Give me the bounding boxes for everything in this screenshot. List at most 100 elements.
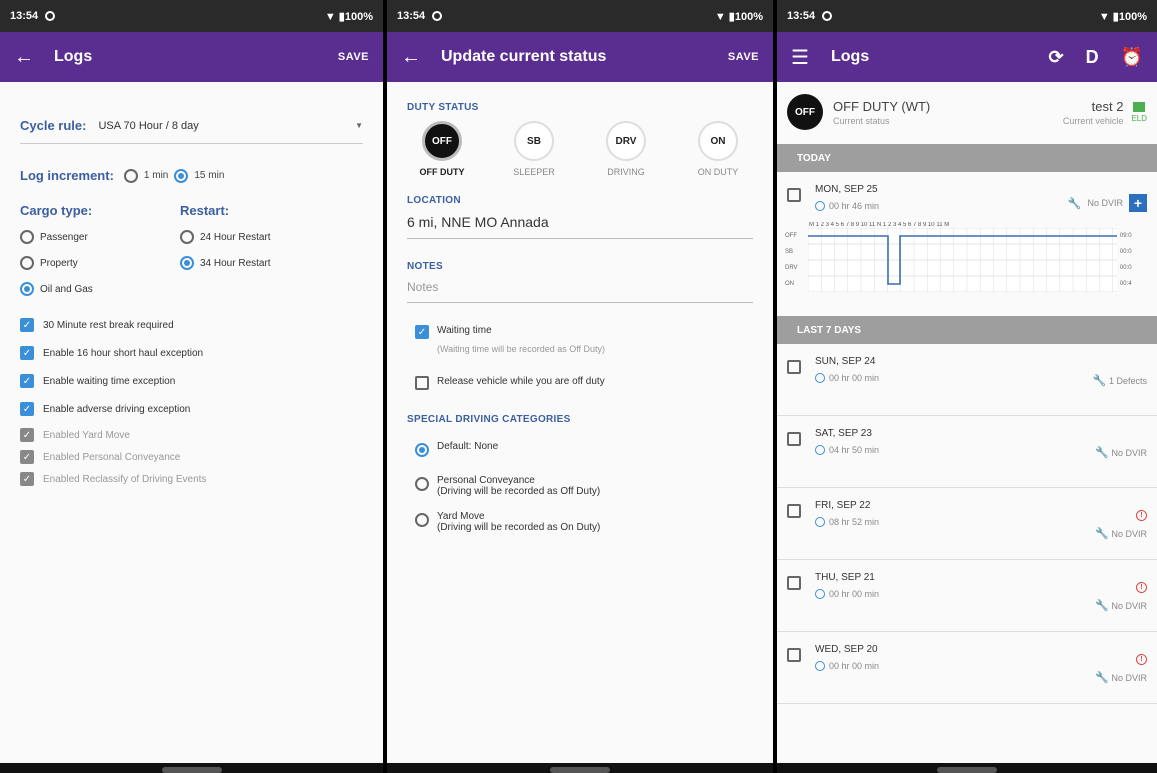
- log-increment: Log increment: 1 min 15 min: [20, 168, 363, 183]
- day-dvir: No DVIR: [1111, 448, 1147, 458]
- cycle-rule-select[interactable]: Cycle rule: USA 70 Hour / 8 day ▼: [20, 118, 363, 144]
- day-duration: 08 hr 52 min: [829, 517, 880, 527]
- waiting-time-checkbox[interactable]: ✓: [415, 325, 429, 339]
- day-checkbox[interactable]: [787, 360, 801, 374]
- alarm-clock-icon[interactable]: ⏰: [1121, 47, 1143, 68]
- duty-driving-bubble[interactable]: DRV: [606, 121, 646, 161]
- duty-on[interactable]: ON ON DUTY: [683, 121, 753, 177]
- cargo-property-radio[interactable]: [20, 256, 34, 270]
- category-default-radio[interactable]: [415, 443, 429, 457]
- dropdown-arrow-icon[interactable]: ▼: [355, 121, 363, 130]
- hos-grid: M 1 2 3 4 5 6 7 8 9 10 11 N 1 2 3 4 5 6 …: [777, 222, 1157, 292]
- day-duration: 00 hr 00 min: [829, 373, 880, 383]
- increment-1-radio[interactable]: [123, 168, 138, 183]
- restart-24-option[interactable]: 24 Hour Restart: [180, 230, 363, 244]
- category-yard-option[interactable]: Yard Move (Driving will be recorded as On…: [407, 511, 753, 533]
- day-log-row[interactable]: FRI, SEP 22 08 hr 52 min! 🔧 No DVIR: [777, 488, 1157, 560]
- increment-15-radio[interactable]: [174, 168, 189, 183]
- cargo-oil-radio[interactable]: [20, 282, 34, 296]
- today-log-row[interactable]: MON, SEP 25 00 hr 46 min 🔧 No DVIR +: [777, 172, 1157, 222]
- restart-24-radio[interactable]: [180, 230, 194, 244]
- duty-on-bubble[interactable]: ON: [698, 121, 738, 161]
- duty-driving-label: DRIVING: [607, 167, 645, 177]
- notes-field[interactable]: Notes: [407, 272, 753, 303]
- adverse-driving-checkbox[interactable]: ✓: [20, 402, 34, 416]
- rest-break-option[interactable]: ✓ 30 Minute rest break required: [20, 318, 363, 332]
- day-date: WED, SEP 20: [815, 644, 878, 655]
- day-date: THU, SEP 21: [815, 572, 875, 583]
- eld-status-icon: [1133, 101, 1146, 112]
- app-bar: ☰ Logs ⟳ D ⏰: [777, 32, 1157, 82]
- waiting-exception-option[interactable]: ✓ Enable waiting time exception: [20, 374, 363, 388]
- yard-move-option: ✓ Enabled Yard Move: [20, 428, 363, 442]
- category-default-option[interactable]: Default: None: [407, 441, 753, 457]
- day-log-row[interactable]: WED, SEP 20 00 hr 00 min! 🔧 No DVIR: [777, 632, 1157, 704]
- adverse-driving-option[interactable]: ✓ Enable adverse driving exception: [20, 402, 363, 416]
- category-yard-radio[interactable]: [415, 513, 429, 527]
- save-button[interactable]: SAVE: [728, 51, 759, 63]
- duty-off[interactable]: OFF OFF DUTY: [407, 121, 477, 177]
- cargo-oil-option[interactable]: Oil and Gas: [20, 282, 180, 296]
- day-checkbox[interactable]: [787, 648, 801, 662]
- day-date: SAT, SEP 23: [815, 428, 872, 439]
- rest-break-checkbox[interactable]: ✓: [20, 318, 34, 332]
- today-checkbox[interactable]: [787, 188, 801, 202]
- add-dvir-button[interactable]: +: [1129, 194, 1147, 212]
- cargo-passenger-option[interactable]: Passenger: [20, 230, 180, 244]
- home-pill[interactable]: [161, 767, 222, 773]
- day-log-row[interactable]: SUN, SEP 24 00 hr 00 min 🔧 1 Defects: [777, 344, 1157, 416]
- system-nav-bar: [777, 763, 1157, 773]
- driver-d-button[interactable]: D: [1086, 47, 1099, 68]
- back-arrow-icon[interactable]: ←: [14, 46, 42, 69]
- day-checkbox[interactable]: [787, 432, 801, 446]
- alert-icon: !: [1136, 509, 1147, 521]
- short-haul-checkbox[interactable]: ✓: [20, 346, 34, 360]
- duty-sleeper[interactable]: SB SLEEPER: [499, 121, 569, 177]
- category-pc-radio[interactable]: [415, 477, 429, 491]
- status-bar: 13:54 ▼ ▮100%: [387, 0, 773, 32]
- wrench-icon: 🔧: [1095, 447, 1109, 459]
- duty-sleeper-bubble[interactable]: SB: [514, 121, 554, 161]
- cargo-property-option[interactable]: Property: [20, 256, 180, 270]
- day-checkbox[interactable]: [787, 504, 801, 518]
- short-haul-option[interactable]: ✓ Enable 16 hour short haul exception: [20, 346, 363, 360]
- duty-off-bubble[interactable]: OFF: [422, 121, 462, 161]
- duty-driving[interactable]: DRV DRIVING: [591, 121, 661, 177]
- current-status-card[interactable]: OFF OFF DUTY (WT) Current status test 2 …: [777, 86, 1157, 138]
- today-duration: 00 hr 46 min: [829, 201, 880, 211]
- day-log-row[interactable]: SAT, SEP 23 04 hr 50 min 🔧 No DVIR: [777, 416, 1157, 488]
- notification-icon: [822, 11, 833, 21]
- save-button[interactable]: SAVE: [338, 51, 369, 63]
- back-arrow-icon[interactable]: ←: [401, 46, 429, 69]
- category-pc-option[interactable]: Personal Conveyance (Driving will be reco…: [407, 475, 753, 497]
- waiting-exception-checkbox[interactable]: ✓: [20, 374, 34, 388]
- wrench-icon: 🔧: [1095, 671, 1109, 684]
- restart-34-option[interactable]: 34 Hour Restart: [180, 256, 363, 270]
- release-vehicle-checkbox[interactable]: [415, 376, 429, 390]
- current-status-text: OFF DUTY (WT): [833, 98, 931, 114]
- wifi-icon: ▼: [714, 10, 726, 23]
- release-vehicle-option[interactable]: Release vehicle while you are off duty: [407, 376, 753, 390]
- sync-icon[interactable]: ⟳: [1048, 47, 1063, 68]
- home-pill[interactable]: [937, 767, 997, 773]
- home-pill[interactable]: [550, 767, 610, 773]
- battery-level: 100%: [734, 10, 763, 23]
- cargo-passenger-radio[interactable]: [20, 230, 34, 244]
- menu-icon[interactable]: ☰: [791, 45, 819, 70]
- alert-icon: !: [1136, 581, 1147, 593]
- page-title: Update current status: [441, 48, 607, 65]
- status-time: 13:54: [397, 10, 426, 22]
- restart-34-radio[interactable]: [180, 256, 194, 270]
- location-field[interactable]: 6 mi, NNE MO Annada: [407, 206, 753, 239]
- day-log-row[interactable]: THU, SEP 21 00 hr 00 min! 🔧 No DVIR: [777, 560, 1157, 632]
- grid-row-sb: SB: [785, 249, 794, 255]
- waiting-time-option[interactable]: ✓ Waiting time (Waiting time will be reco…: [407, 325, 753, 354]
- duty-on-label: ON DUTY: [697, 167, 739, 177]
- day-checkbox[interactable]: [787, 576, 801, 590]
- page-title: Logs: [831, 48, 870, 65]
- duty-sleeper-label: SLEEPER: [513, 167, 555, 177]
- current-vehicle: test 2: [1091, 98, 1124, 114]
- alert-icon: !: [1136, 653, 1147, 665]
- day-dvir: No DVIR: [1111, 528, 1147, 539]
- increment-15-label: 15 min: [194, 170, 225, 181]
